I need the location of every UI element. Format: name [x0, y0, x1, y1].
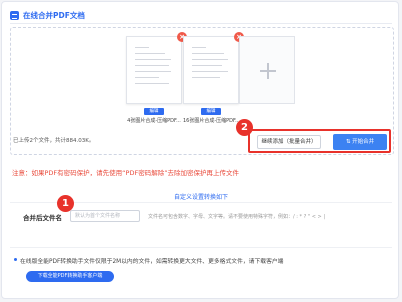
header-divider [10, 23, 392, 24]
file-card[interactable]: × 编辑 16张图片合成-压缩PDF... [183, 32, 244, 124]
panel-header: 在线合并PDF文档 [10, 10, 85, 20]
file-card[interactable]: × 编辑 4张图片合成-压缩PDF... [126, 32, 187, 124]
file-thumbnail[interactable]: × [126, 32, 187, 104]
start-merge-button[interactable]: ⇅ 开始合并 [333, 134, 387, 150]
file-upload-area[interactable]: × 编辑 4张图片合成-压缩PDF... × 编辑 16张图片合成-压缩PDF.… [10, 27, 394, 155]
file-name: 4张图片合成-压缩PDF... [127, 118, 181, 124]
bottom-divider [10, 247, 392, 248]
action-buttons-highlight: 继续添加（批量合并） ⇅ 开始合并 [248, 129, 391, 153]
download-client-button[interactable]: 下载全能PDF转换助手客户端 [26, 271, 114, 282]
password-warning: 注意：如果PDF有密码保护，请先使用“PDF密码解除”去除加密保护再上传文件 [12, 169, 240, 177]
page-title: 在线合并PDF文档 [23, 10, 85, 20]
document-icon [10, 10, 19, 20]
merge-name-label: 合并后文件名 [23, 214, 62, 222]
bullet-icon [14, 258, 17, 261]
start-merge-label: 开始合并 [352, 139, 375, 145]
file-name: 16张图片合成-压缩PDF... [183, 118, 240, 124]
file-stats: 已上传2个文件，共计884.03K。 [13, 138, 95, 144]
add-file-tile[interactable] [239, 36, 295, 104]
edit-file-button[interactable]: 编辑 [144, 108, 164, 115]
converter-panel: 在线合并PDF文档 × 编辑 4张图片合成-压缩PDF... 编辑 16张图片合… [1, 1, 399, 299]
add-more-button[interactable]: 继续添加（批量合并） [257, 135, 321, 149]
file-thumbnail[interactable]: × [183, 32, 244, 104]
edit-file-button[interactable]: 编辑 [201, 108, 221, 115]
filename-hint: 文件名可包含数字、字母、文字等。请不要使用特殊字符，例如：/ : * ? " <… [148, 214, 326, 220]
step-badge-2: 2 [236, 119, 253, 136]
merge-filename-input[interactable] [70, 210, 140, 222]
client-note: 在线版全能PDF转换助手文件仅限于2M以内的文件，如需转换更大文件、更多格式文件… [20, 259, 284, 265]
